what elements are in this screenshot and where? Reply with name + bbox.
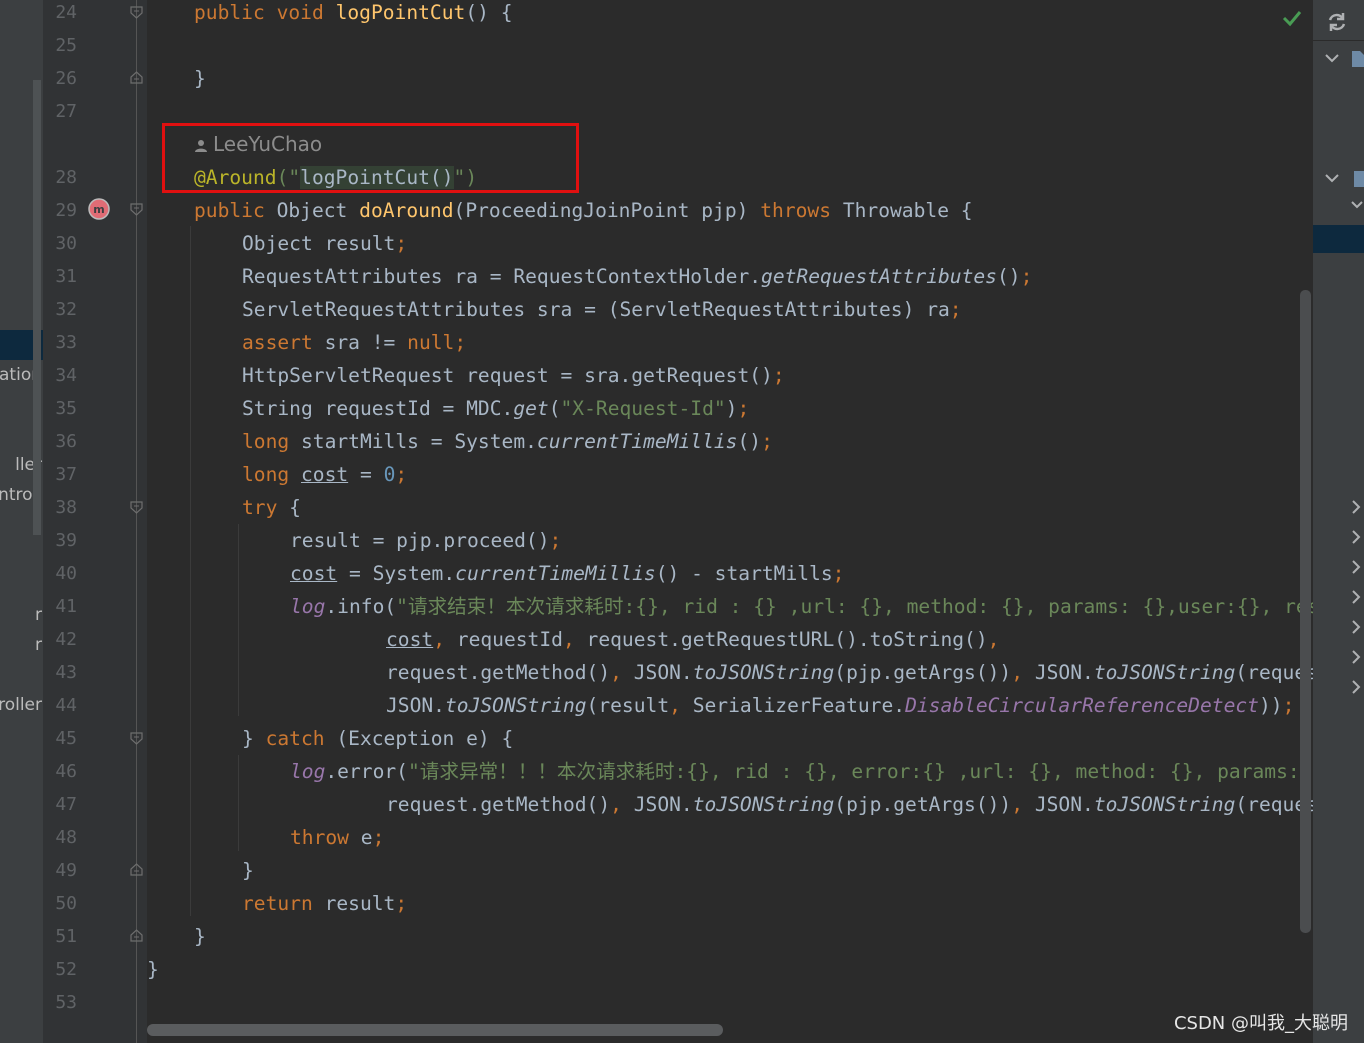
fold-icon[interactable] bbox=[130, 732, 143, 745]
expand-icon[interactable] bbox=[1351, 560, 1361, 574]
code-line-51: } bbox=[194, 925, 206, 948]
line-number: 45 bbox=[55, 728, 77, 749]
panel-separator bbox=[1313, 40, 1364, 41]
expand-icon[interactable] bbox=[1351, 500, 1361, 514]
code-line-41: log.info("请求结束！本次请求耗时:{}, rid : {} ,url:… bbox=[290, 595, 1313, 618]
line-number: 38 bbox=[55, 497, 77, 518]
fold-icon[interactable] bbox=[130, 863, 143, 876]
line-number: 37 bbox=[55, 464, 77, 485]
line-number: 40 bbox=[55, 563, 77, 584]
line-number: 29 bbox=[55, 200, 77, 221]
expand-icon[interactable] bbox=[1351, 620, 1361, 634]
line-number: 39 bbox=[55, 530, 77, 551]
line-number: 31 bbox=[55, 266, 77, 287]
project-item[interactable]: r bbox=[35, 605, 42, 625]
checkmark-icon[interactable] bbox=[1282, 9, 1302, 27]
vertical-scrollbar[interactable] bbox=[1300, 290, 1311, 933]
line-number: 47 bbox=[55, 794, 77, 815]
code-line-49: } bbox=[242, 859, 254, 882]
code-line-30: Object result; bbox=[242, 232, 408, 255]
chevron-down-icon[interactable] bbox=[1351, 200, 1363, 210]
horizontal-scrollbar[interactable] bbox=[147, 1024, 723, 1036]
right-tool-panel bbox=[1313, 0, 1364, 1043]
chevron-down-icon[interactable] bbox=[1325, 172, 1339, 184]
line-number: 53 bbox=[55, 992, 77, 1013]
indent-guide bbox=[238, 524, 239, 716]
project-item[interactable]: roller bbox=[0, 695, 42, 715]
line-number: 28 bbox=[55, 167, 77, 188]
watermark: CSDN @叫我_大聪明 bbox=[1173, 1013, 1348, 1034]
maven-icon[interactable]: m bbox=[87, 197, 111, 221]
code-line-32: ServletRequestAttributes sra = (ServletR… bbox=[242, 298, 962, 321]
line-number: 52 bbox=[55, 959, 77, 980]
panel-selected-row[interactable] bbox=[1313, 225, 1364, 253]
code-line-43: request.getMethod(), JSON.toJSONString(p… bbox=[386, 661, 1313, 684]
line-number: 43 bbox=[55, 662, 77, 683]
chevron-down-icon[interactable] bbox=[1325, 52, 1339, 64]
code-line-29: public Object doAround(ProceedingJoinPoi… bbox=[194, 199, 973, 222]
refresh-icon[interactable] bbox=[1326, 11, 1348, 33]
code-line-39: result = pjp.proceed(); bbox=[290, 529, 562, 552]
code-line-40: cost = System.currentTimeMillis() - star… bbox=[290, 562, 845, 585]
line-number: 41 bbox=[55, 596, 77, 617]
indent-guide bbox=[190, 226, 191, 916]
fold-icon[interactable] bbox=[130, 71, 143, 84]
line-number: 44 bbox=[55, 695, 77, 716]
module-icon[interactable] bbox=[1353, 170, 1364, 188]
code-line-38: try { bbox=[242, 496, 301, 519]
fold-icon[interactable] bbox=[130, 929, 143, 942]
project-scrollbar[interactable] bbox=[33, 80, 41, 535]
code-line-45: } catch (Exception e) { bbox=[242, 727, 514, 750]
expand-icon[interactable] bbox=[1351, 680, 1361, 694]
line-number: 26 bbox=[55, 68, 77, 89]
code-line-34: HttpServletRequest request = sra.getRequ… bbox=[242, 364, 785, 387]
line-number: 24 bbox=[55, 2, 77, 23]
highlight-box bbox=[162, 123, 579, 193]
line-number: 42 bbox=[55, 629, 77, 650]
expand-icon[interactable] bbox=[1351, 530, 1361, 544]
code-line-47: request.getMethod(), JSON.toJSONString(p… bbox=[386, 793, 1313, 816]
line-number: 25 bbox=[55, 35, 77, 56]
line-number: 33 bbox=[55, 332, 77, 353]
code-line-36: long startMills = System.currentTimeMill… bbox=[242, 430, 773, 453]
line-number: 48 bbox=[55, 827, 77, 848]
line-number: 50 bbox=[55, 893, 77, 914]
line-number: 51 bbox=[55, 926, 77, 947]
code-line-42: cost, requestId, request.getRequestURL()… bbox=[386, 628, 1000, 651]
code-line-46: log.error("请求异常！！！本次请求耗时:{}, rid : {}, e… bbox=[290, 760, 1313, 783]
project-item[interactable]: r bbox=[35, 635, 42, 655]
code-line-31: RequestAttributes ra = RequestContextHol… bbox=[242, 265, 1033, 288]
line-number: 32 bbox=[55, 299, 77, 320]
code-line-24: public void logPointCut() { bbox=[194, 1, 513, 24]
line-number: 49 bbox=[55, 860, 77, 881]
line-number: 34 bbox=[55, 365, 77, 386]
indent-guide bbox=[238, 755, 239, 851]
expand-icon[interactable] bbox=[1351, 650, 1361, 664]
code-line-26: } bbox=[194, 67, 206, 90]
line-number: 35 bbox=[55, 398, 77, 419]
code-line-48: throw e; bbox=[290, 826, 385, 849]
code-line-44: JSON.toJSONString(result, SerializerFeat… bbox=[386, 694, 1295, 717]
code-line-33: assert sra != null; bbox=[242, 331, 467, 354]
project-panel[interactable]: ation ller ntroll r r roller bbox=[0, 0, 43, 1043]
code-line-37: long cost = 0; bbox=[242, 463, 408, 486]
line-number: 46 bbox=[55, 761, 77, 782]
line-number: 30 bbox=[55, 233, 77, 254]
code-line-50: return result; bbox=[242, 892, 408, 915]
fold-icon[interactable] bbox=[130, 501, 143, 514]
line-number: 36 bbox=[55, 431, 77, 452]
file-icon[interactable] bbox=[1351, 50, 1364, 68]
fold-icon[interactable] bbox=[130, 203, 143, 216]
line-number: 27 bbox=[55, 101, 77, 122]
svg-text:m: m bbox=[93, 203, 104, 216]
fold-icon[interactable] bbox=[130, 6, 143, 19]
code-line-52: } bbox=[147, 958, 159, 981]
expand-icon[interactable] bbox=[1351, 590, 1361, 604]
gutter-separator bbox=[136, 0, 137, 1043]
code-line-35: String requestId = MDC.get("X-Request-Id… bbox=[242, 397, 750, 420]
